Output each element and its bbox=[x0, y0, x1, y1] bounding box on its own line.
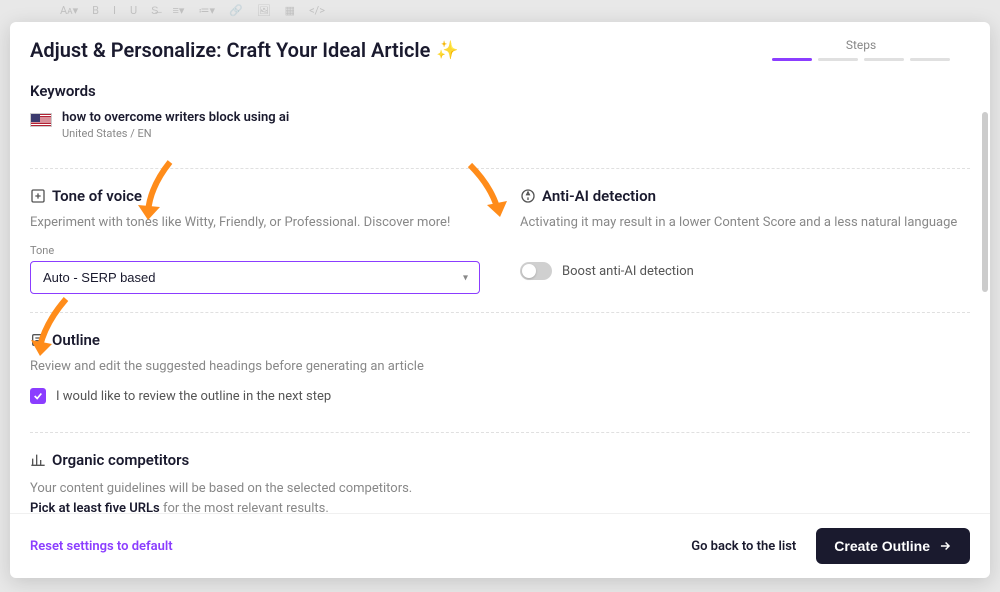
anti-ai-toggle-label: Boost anti-AI detection bbox=[562, 264, 694, 279]
keyword-value: how to overcome writers block using ai bbox=[62, 110, 289, 125]
keywords-section: Keywords how to overcome writers block u… bbox=[30, 82, 970, 140]
divider bbox=[30, 168, 970, 169]
tone-select[interactable]: Auto - SERP based bbox=[30, 261, 480, 294]
competitors-section: Organic competitors Your content guideli… bbox=[30, 451, 970, 513]
tone-section: Tone of voice Experiment with tones like… bbox=[30, 187, 480, 294]
competitors-title: Organic competitors bbox=[30, 451, 970, 469]
us-flag-icon bbox=[30, 113, 52, 127]
settings-modal: Adjust & Personalize: Craft Your Ideal A… bbox=[10, 22, 990, 578]
outline-checkbox-label: I would like to review the outline in th… bbox=[56, 389, 331, 404]
back-link[interactable]: Go back to the list bbox=[691, 539, 796, 554]
outline-section: Outline Review and edit the suggested he… bbox=[30, 331, 970, 404]
outline-checkbox[interactable] bbox=[30, 388, 46, 404]
keywords-title: Keywords bbox=[30, 82, 970, 100]
background-toolbar: Aᴀ▾BIUS̶≡▾≔▾🔗🖼▦</> bbox=[60, 4, 940, 20]
tone-icon bbox=[30, 188, 46, 204]
step-bar-2 bbox=[818, 58, 858, 61]
page-title: Adjust & Personalize: Craft Your Ideal A… bbox=[30, 38, 459, 62]
anti-ai-title: Anti-AI detection bbox=[520, 187, 970, 205]
title-text: Adjust & Personalize: Craft Your Ideal A… bbox=[30, 38, 430, 62]
create-outline-button[interactable]: Create Outline bbox=[816, 528, 970, 564]
tone-title: Tone of voice bbox=[30, 187, 480, 205]
chart-icon bbox=[30, 452, 46, 468]
step-bar-3 bbox=[864, 58, 904, 61]
footer-right: Go back to the list Create Outline bbox=[691, 528, 970, 564]
tone-label: Tone bbox=[30, 244, 480, 257]
tone-anti-row: Tone of voice Experiment with tones like… bbox=[30, 187, 970, 294]
check-icon bbox=[33, 391, 43, 401]
sparkle-icon: ✨ bbox=[436, 40, 458, 61]
step-bar-4 bbox=[910, 58, 950, 61]
scrollbar[interactable] bbox=[982, 112, 988, 292]
reset-link[interactable]: Reset settings to default bbox=[30, 539, 173, 554]
divider bbox=[30, 432, 970, 433]
steps-indicator: Steps bbox=[772, 38, 950, 61]
steps-label: Steps bbox=[846, 38, 876, 52]
divider bbox=[30, 312, 970, 313]
competitors-desc: Your content guidelines will be based on… bbox=[30, 479, 970, 513]
tone-select-wrap: Auto - SERP based ▾ bbox=[30, 261, 480, 294]
outline-icon bbox=[30, 332, 46, 348]
shield-icon bbox=[520, 188, 536, 204]
keyword-row: how to overcome writers block using ai U… bbox=[30, 110, 970, 140]
step-bar-1 bbox=[772, 58, 812, 61]
modal-body: Keywords how to overcome writers block u… bbox=[10, 62, 990, 513]
steps-bars bbox=[772, 58, 950, 61]
outline-desc: Review and edit the suggested headings b… bbox=[30, 359, 970, 374]
modal-footer: Reset settings to default Go back to the… bbox=[10, 513, 990, 578]
arrow-right-icon bbox=[938, 539, 952, 553]
outline-title: Outline bbox=[30, 331, 970, 349]
modal-header: Adjust & Personalize: Craft Your Ideal A… bbox=[10, 22, 990, 62]
anti-ai-toggle-row: Boost anti-AI detection bbox=[520, 262, 970, 280]
outline-checkbox-row: I would like to review the outline in th… bbox=[30, 388, 970, 404]
anti-ai-desc: Activating it may result in a lower Cont… bbox=[520, 215, 970, 230]
anti-ai-section: Anti-AI detection Activating it may resu… bbox=[520, 187, 970, 294]
tone-desc: Experiment with tones like Witty, Friend… bbox=[30, 215, 480, 230]
keyword-locale: United States / EN bbox=[62, 127, 289, 140]
anti-ai-toggle[interactable] bbox=[520, 262, 552, 280]
